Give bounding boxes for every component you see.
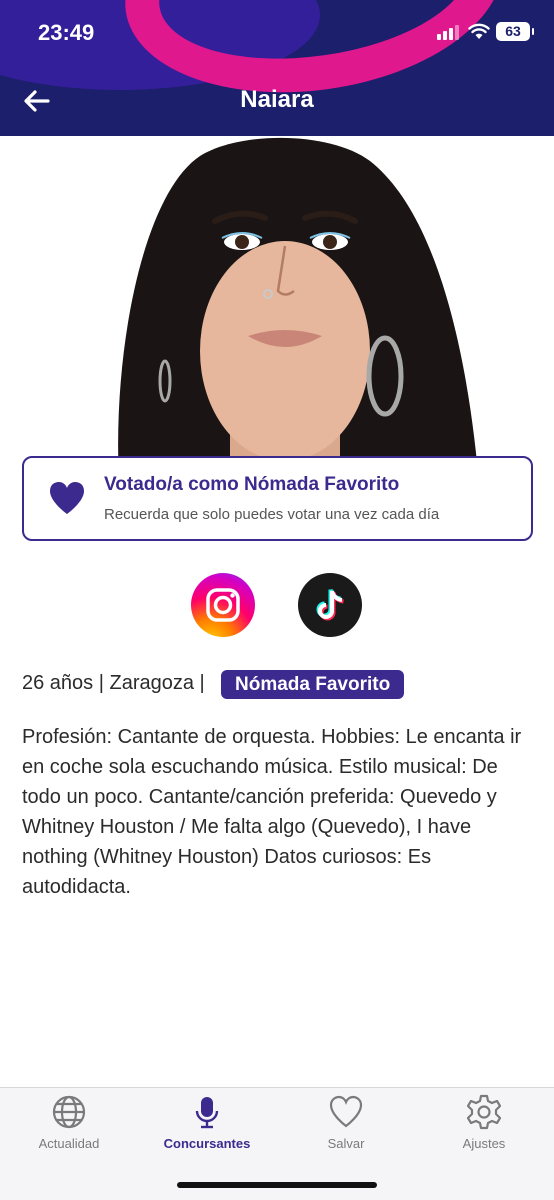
contestant-bio: Profesión: Cantante de orquesta. Hobbies… xyxy=(22,726,522,898)
header: 23:49 63 Naiara xyxy=(0,0,554,136)
home-indicator xyxy=(177,1182,377,1188)
tab-salvar[interactable]: Salvar xyxy=(277,1088,415,1168)
tab-label: Salvar xyxy=(327,1136,365,1151)
status-bar: 23:49 63 xyxy=(0,0,554,64)
vote-subtitle: Recuerda que solo puedes votar una vez c… xyxy=(104,506,440,523)
heart-icon xyxy=(50,482,84,514)
globe-icon xyxy=(52,1095,86,1129)
instagram-icon[interactable] xyxy=(191,573,255,637)
battery-indicator: 63 xyxy=(496,22,534,41)
gear-icon xyxy=(466,1094,502,1130)
microphone-icon xyxy=(195,1097,219,1129)
nav-bar: Naiara xyxy=(0,72,554,128)
status-time: 23:49 xyxy=(38,20,95,45)
tab-label: Actualidad xyxy=(38,1136,100,1151)
page-title: Naiara xyxy=(240,86,314,113)
tab-actualidad[interactable]: Actualidad xyxy=(0,1088,138,1168)
vote-card[interactable]: Votado/a como Nómada Favorito Recuerda q… xyxy=(22,456,533,541)
wifi-icon xyxy=(468,23,490,39)
tab-ajustes[interactable]: Ajustes xyxy=(415,1088,553,1168)
signal-icon xyxy=(437,24,463,40)
tab-concursantes[interactable]: Concursantes xyxy=(138,1088,276,1168)
tab-label: Ajustes xyxy=(462,1136,506,1151)
tab-label: Concursantes xyxy=(163,1136,251,1151)
vote-title: Votado/a como Nómada Favorito xyxy=(104,474,400,495)
tiktok-icon[interactable] xyxy=(298,573,362,637)
contestant-photo xyxy=(0,136,554,496)
contestant-info: 26 años | Zaragoza | xyxy=(22,672,205,694)
heart-icon xyxy=(329,1095,363,1128)
category-badge: Nómada Favorito xyxy=(221,670,405,699)
